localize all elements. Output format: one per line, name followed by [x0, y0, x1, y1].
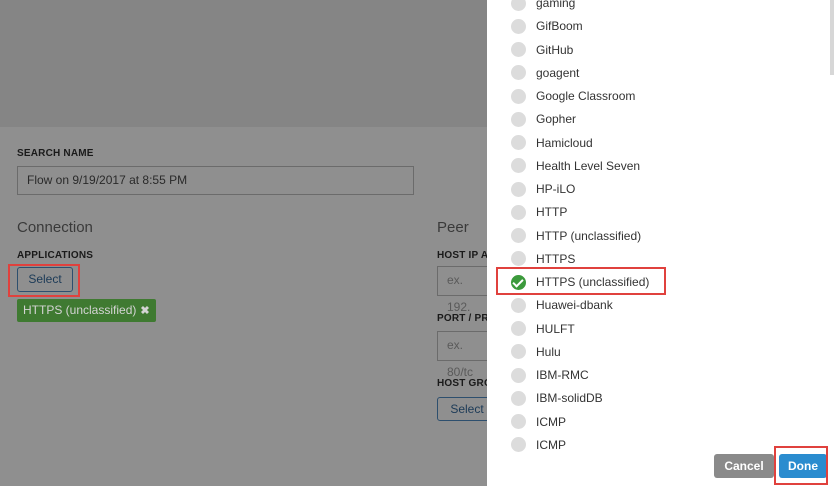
radio-icon[interactable] — [511, 158, 526, 174]
radio-icon[interactable] — [511, 390, 526, 406]
application-list-item[interactable]: Gopher — [511, 109, 576, 129]
highlight-box — [496, 267, 666, 295]
radio-icon[interactable] — [511, 344, 526, 360]
radio-icon[interactable] — [511, 204, 526, 220]
scrollbar[interactable] — [830, 0, 834, 75]
application-list-item-label: IBM-solidDB — [536, 391, 603, 406]
application-list-item[interactable]: HP-iLO — [511, 179, 575, 199]
application-list-item[interactable]: HTTP — [511, 202, 567, 222]
radio-icon[interactable] — [511, 88, 526, 104]
application-list-item-label: ICMP — [536, 437, 566, 452]
application-list-item-label: GifBoom — [536, 19, 583, 34]
radio-icon[interactable] — [511, 321, 526, 336]
host-ip-label: HOST IP A — [437, 250, 489, 261]
radio-icon[interactable] — [511, 42, 526, 57]
application-list-item-label: IBM-RMC — [536, 368, 589, 382]
application-list-item-label: HTTPS — [536, 251, 576, 266]
application-list-item-label: HTTP (unclassified) — [536, 228, 642, 243]
application-list-item[interactable]: HTTP (unclassified) — [511, 226, 641, 246]
application-list-item-label: Google Classroom — [536, 89, 636, 103]
application-list-item-label: HTTP — [536, 205, 568, 220]
application-list-item[interactable]: Hamicloud — [511, 133, 593, 153]
application-list-item[interactable]: ICMP — [511, 412, 566, 432]
search-name-label: SEARCH NAME — [17, 148, 94, 159]
peer-heading: Peer — [437, 219, 469, 236]
application-list-item-label: gaming — [536, 0, 576, 10]
application-list-item[interactable]: HULFT — [511, 319, 575, 339]
selected-application-tag: HTTPS (unclassified) ✖ — [17, 299, 156, 322]
radio-icon[interactable] — [511, 367, 526, 383]
radio-icon[interactable] — [511, 181, 526, 197]
host-group-label: HOST GRO — [437, 378, 492, 389]
radio-icon[interactable] — [511, 414, 526, 429]
radio-icon[interactable] — [511, 437, 526, 453]
selected-application-tag-label: HTTPS (unclassified) — [23, 303, 137, 317]
application-list-item[interactable]: goagent — [511, 63, 579, 83]
highlight-box — [8, 264, 80, 297]
application-list-item[interactable]: GitHub — [511, 40, 573, 60]
connection-heading: Connection — [17, 219, 93, 236]
highlight-box — [774, 446, 828, 485]
application-list-item[interactable]: IBM-RMC — [511, 365, 589, 385]
radio-icon[interactable] — [511, 111, 526, 127]
application-list-item[interactable]: IBM-solidDB — [511, 388, 603, 408]
cancel-button[interactable]: Cancel — [714, 454, 774, 478]
application-picker-panel: gaming GifBoom GitHub goagent Google Classro… — [487, 0, 834, 486]
application-list-item-label: HULFT — [536, 321, 575, 336]
application-list-item-label: Hamicloud — [536, 135, 593, 150]
radio-icon[interactable] — [511, 0, 526, 11]
application-list-item[interactable]: HTTPS — [511, 249, 575, 269]
remove-tag-icon[interactable]: ✖ — [140, 305, 149, 317]
application-list-item-label: Health Level Seven — [536, 158, 641, 173]
applications-label: APPLICATIONS — [17, 250, 94, 261]
application-list-item-label: goagent — [536, 65, 580, 80]
application-list-item-label: Hulu — [536, 344, 561, 359]
search-name-input[interactable]: Flow on 9/19/2017 at 8:55 PM — [17, 166, 414, 195]
application-list-item[interactable]: gaming — [511, 0, 575, 13]
radio-icon[interactable] — [511, 297, 526, 313]
application-list-item[interactable]: Health Level Seven — [511, 156, 640, 176]
application-list-item-label: HP-iLO — [536, 182, 576, 196]
radio-icon[interactable] — [511, 251, 526, 267]
radio-icon[interactable] — [511, 18, 526, 34]
application-list-item[interactable]: Hulu — [511, 342, 561, 362]
application-list-item-label: GitHub — [536, 42, 574, 57]
application-list-item[interactable]: GifBoom — [511, 16, 583, 36]
application-list-item[interactable]: ICMP — [511, 435, 566, 455]
application-list-item[interactable]: Huawei-dbank — [511, 295, 613, 315]
radio-icon[interactable] — [511, 65, 526, 81]
application-list-item[interactable]: Google Classroom — [511, 86, 635, 106]
radio-icon[interactable] — [511, 135, 526, 150]
port-protocol-label: PORT / PR — [437, 313, 489, 324]
application-list-item-label: Huawei-dbank — [536, 298, 613, 313]
application-list-item-label: ICMP — [536, 414, 566, 429]
radio-icon[interactable] — [511, 228, 526, 243]
application-list-item-label: Gopher — [536, 112, 577, 127]
